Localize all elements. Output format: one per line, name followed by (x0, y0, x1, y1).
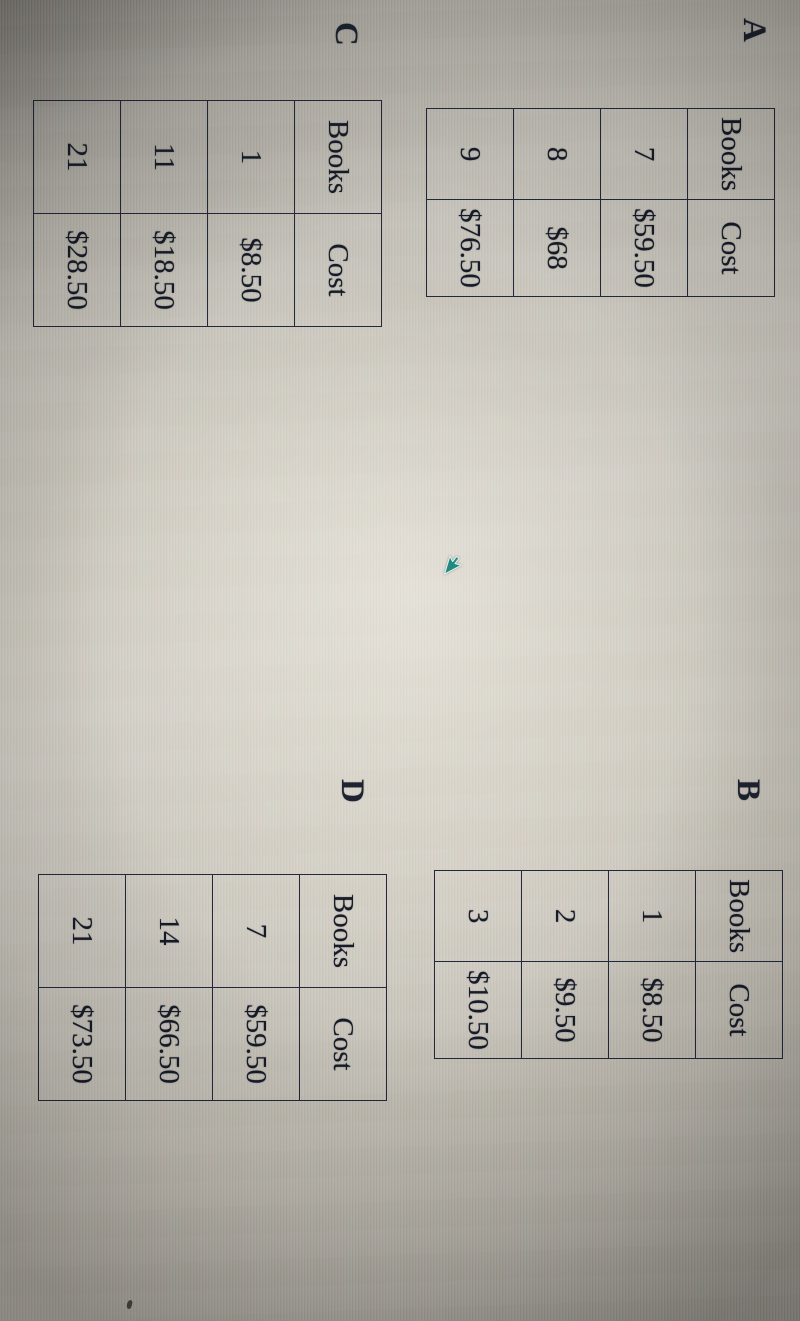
table-row-header: Books Cost (695, 870, 783, 1059)
cell-books: 2 (521, 870, 609, 962)
table-row: 7 $59.50 (600, 108, 688, 297)
cell-cost: $9.50 (521, 961, 609, 1059)
table-row-header: Books Cost (687, 108, 775, 297)
photographed-worksheet: Books Cost 7 $59.50 8 $68 9 $76.50 A Boo… (0, 0, 800, 1321)
cell-books: 1 (207, 100, 295, 214)
cell-books: 1 (608, 870, 696, 962)
cell-cost: $8.50 (207, 213, 295, 327)
table-option-b: Books Cost 1 $8.50 2 $9.50 3 $10.50 (434, 870, 783, 1059)
column-header-cost: Cost (687, 199, 775, 297)
cell-cost: $66.50 (125, 987, 213, 1101)
table-row: 1 $8.50 (608, 870, 696, 1059)
option-letter-d: D (334, 779, 370, 804)
table-row: 3 $10.50 (434, 870, 522, 1059)
table-row: 2 $9.50 (521, 870, 609, 1059)
option-letter-a: A (736, 18, 772, 43)
table-row-header: Books Cost (294, 100, 382, 327)
table-option-d: Books Cost 7 $59.50 14 $66.50 21 $73.50 (38, 874, 387, 1101)
cell-cost: $8.50 (608, 961, 696, 1059)
column-header-books: Books (294, 100, 382, 214)
cell-cost: $28.50 (33, 213, 121, 327)
table-row: 1 $8.50 (207, 100, 295, 327)
option-d-table-block: Books Cost 7 $59.50 14 $66.50 21 $73.50 (38, 874, 387, 1101)
table-row: 21 $73.50 (38, 874, 126, 1101)
cell-cost: $59.50 (600, 199, 688, 297)
option-b-table-block: Books Cost 1 $8.50 2 $9.50 3 $10.50 (434, 870, 783, 1059)
cell-books: 3 (434, 870, 522, 962)
table-option-c: Books Cost 1 $8.50 11 $18.50 21 $28.50 (33, 100, 382, 327)
column-header-cost: Cost (299, 987, 387, 1101)
cell-books: 11 (120, 100, 208, 214)
cell-books: 14 (125, 874, 213, 988)
column-header-books: Books (695, 870, 783, 962)
column-header-books: Books (299, 874, 387, 988)
cell-cost: $76.50 (426, 199, 514, 297)
cell-cost: $18.50 (120, 213, 208, 327)
cell-cost: $68 (513, 199, 601, 297)
table-row: 14 $66.50 (125, 874, 213, 1101)
table-row: 8 $68 (513, 108, 601, 297)
cell-books: 7 (600, 108, 688, 200)
cell-books: 21 (38, 874, 126, 988)
column-header-books: Books (687, 108, 775, 200)
table-row-header: Books Cost (299, 874, 387, 1101)
table-row: 11 $18.50 (120, 100, 208, 327)
cell-cost: $73.50 (38, 987, 126, 1101)
cell-books: 7 (212, 874, 300, 988)
table-row: 9 $76.50 (426, 108, 514, 297)
option-c-table-block: Books Cost 1 $8.50 11 $18.50 21 $28.50 (33, 100, 382, 327)
table-option-a: Books Cost 7 $59.50 8 $68 9 $76.50 (426, 108, 775, 297)
cell-books: 8 (513, 108, 601, 200)
column-header-cost: Cost (294, 213, 382, 327)
cell-cost: $59.50 (212, 987, 300, 1101)
cell-cost: $10.50 (434, 961, 522, 1059)
option-letter-b: B (730, 779, 766, 802)
option-a-table-block: Books Cost 7 $59.50 8 $68 9 $76.50 (426, 108, 775, 297)
cell-books: 21 (33, 100, 121, 214)
cell-books: 9 (426, 108, 514, 200)
table-row: 21 $28.50 (33, 100, 121, 327)
column-header-cost: Cost (695, 961, 783, 1059)
option-letter-c: C (328, 22, 364, 47)
table-row: 7 $59.50 (212, 874, 300, 1101)
